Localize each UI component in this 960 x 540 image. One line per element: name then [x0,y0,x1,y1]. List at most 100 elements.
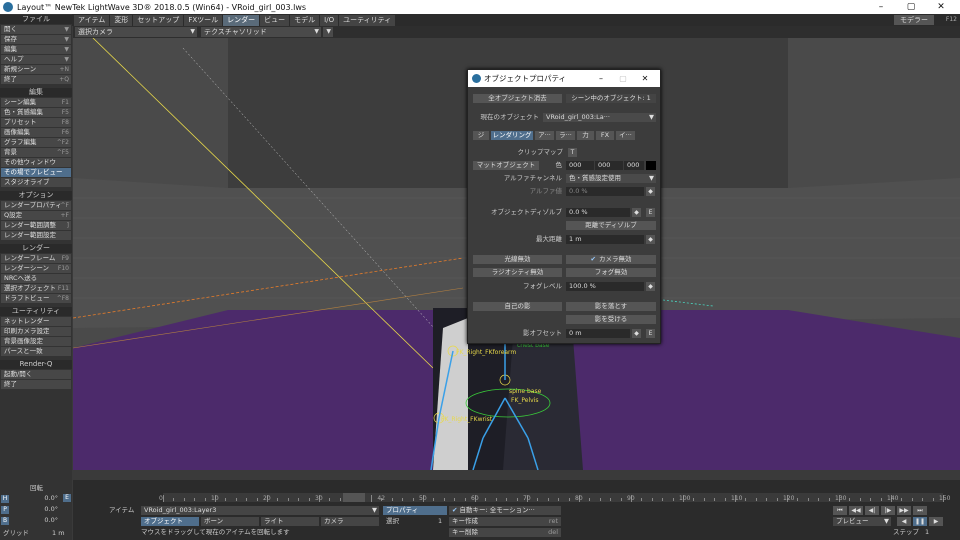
color-g-field[interactable]: 000 [595,161,623,170]
sidebar-item[interactable]: レンダー範囲調整] [1,221,71,230]
unseen-by-fog-button[interactable]: フォグ無効 [566,268,656,277]
sidebar-item[interactable]: 背景 ^F5 [1,148,71,157]
tab-4[interactable]: 力 [577,131,594,140]
tab-5[interactable]: FX [596,131,614,140]
sidebar-item[interactable]: 終了 +Q [1,75,71,84]
prev-frame-icon[interactable]: ◀| [865,506,879,515]
dialog-close-button[interactable]: ✕ [634,70,656,87]
clip-map-texture-button[interactable]: T [568,148,577,157]
viewport-options-button[interactable]: ▼ [323,27,333,37]
sidebar-item[interactable]: パースと一致 [1,347,71,356]
unseen-by-camera-button[interactable]: ✔ カメラ無効 [566,255,656,264]
create-key-button[interactable]: キー作成 ret [449,517,561,526]
dialog-minimize-button[interactable]: – [590,70,612,87]
color-b-field[interactable]: 000 [624,161,644,170]
sidebar-item[interactable]: レンダー範囲設定 [1,231,71,240]
sidebar-item[interactable]: レンダーフレーム F9 [1,254,71,263]
menu-tab[interactable]: レンダー [223,14,260,26]
bones-mode-button[interactable]: ボーン [201,517,259,526]
sidebar-item[interactable]: 開く ▼ [1,25,71,34]
sidebar-item[interactable]: レンダーシーン F10 [1,264,71,273]
matte-object-button[interactable]: マットオブジェクト [473,161,539,170]
cast-shadow-button[interactable]: 影を落とす [566,302,656,311]
grid-value[interactable]: 1 m [52,529,65,538]
sidebar-item[interactable]: 保存 ▼ [1,35,71,44]
tab-2[interactable]: ア··· [535,131,554,140]
sidebar-item[interactable]: その他ウィンドウ [1,158,71,167]
sidebar-item[interactable]: 選択オブジェクト F11 [1,284,71,293]
menu-tab[interactable]: I/O [320,14,339,26]
close-button[interactable]: ✕ [926,0,956,14]
shadow-offset-field[interactable]: 0 m [566,329,630,338]
object-dissolve-field[interactable]: 0.0 % [566,208,630,217]
preview-select[interactable]: プレビュー ▼ [833,517,891,526]
lights-mode-button[interactable]: ライト [261,517,319,526]
sidebar-item[interactable]: Q設定 +F [1,211,71,220]
current-item-select[interactable]: VRoid_girl_003:Layer3 ▼ [141,506,379,515]
menu-tab[interactable]: FXツール [184,14,223,26]
play-icon[interactable]: ▶ [929,517,943,526]
go-end-icon[interactable]: ⏭ [913,506,927,515]
prev-key-icon[interactable]: ◀◀ [849,506,863,515]
menu-tab[interactable]: モデル [290,14,320,26]
current-frame-slider[interactable] [343,493,365,502]
alpha-value-field[interactable]: 0.0 % [566,187,644,196]
color-r-field[interactable]: 000 [566,161,594,170]
dialog-maximize-button[interactable]: ▢ [612,70,634,87]
timeline[interactable]: E 0 10 20 30 42 50 60 70 80 90 100 110 120 130 140 150 [63,480,960,505]
receive-shadow-button[interactable]: 影を受ける [566,315,656,324]
bank-value[interactable]: 0.0° [14,516,58,525]
sidebar-item[interactable]: ネットレンダー [1,317,71,326]
dissolve-envelope-button[interactable]: E [646,208,655,217]
shading-select[interactable]: テクスチャソリッド ▼ [201,27,321,37]
sidebar-item[interactable]: その場でプレビュー [1,168,71,177]
sidebar-item[interactable]: 終了 [1,380,71,389]
tab-1[interactable]: レンダリング [491,131,533,140]
sidebar-item[interactable]: NRCへ送る [1,274,71,283]
unseen-by-rays-button[interactable]: 光線無効 [473,255,562,264]
shadow-offset-envelope-button[interactable]: E [646,329,655,338]
pitch-value[interactable]: 0.0° [14,505,58,514]
sidebar-item[interactable]: ヘルプ ▼ [1,55,71,64]
sidebar-item[interactable]: プリセット F8 [1,118,71,127]
alpha-value-stepper[interactable]: ◆ [646,187,655,196]
sidebar-item[interactable]: 印刷カメラ設定 [1,327,71,336]
sidebar-item[interactable]: スタジオライブ [1,178,71,187]
go-start-icon[interactable]: ⏮ [833,506,847,515]
pause-icon[interactable]: ❚❚ [913,517,927,526]
objects-mode-button[interactable]: オブジェクト [141,517,199,526]
sidebar-item[interactable]: グラフ編集 ^F2 [1,138,71,147]
timeline-ruler[interactable] [163,493,944,502]
fog-level-stepper[interactable]: ◆ [646,282,655,291]
cameras-mode-button[interactable]: カメラ [321,517,379,526]
color-swatch[interactable] [646,161,656,170]
tab-3[interactable]: ラ··· [556,131,575,140]
delete-key-button[interactable]: キー削除 del [449,528,561,537]
sidebar-item[interactable]: 起動/開く [1,370,71,379]
step-value[interactable]: 1 [925,528,929,537]
dissolve-stepper[interactable]: ◆ [632,208,641,217]
sidebar-item[interactable]: レンダープロパティ ^F [1,201,71,210]
distance-dissolve-button[interactable]: 距離でディゾルブ [566,221,656,230]
sidebar-item[interactable]: シーン編集 F1 [1,98,71,107]
menu-tab[interactable]: ユーティリティ [339,14,396,26]
menu-tab[interactable]: アイテム [74,14,110,26]
max-distance-field[interactable]: 1 m [566,235,644,244]
alpha-channel-select[interactable]: 色・質感設定使用 ▼ [566,174,656,183]
sidebar-item[interactable]: 新規シーン +N [1,65,71,74]
shadow-offset-stepper[interactable]: ◆ [632,329,641,338]
unseen-by-radiosity-button[interactable]: ラジオシティ無効 [473,268,562,277]
camera-select[interactable]: 選択カメラ ▼ [75,27,197,37]
next-key-icon[interactable]: ▶▶ [897,506,911,515]
tab-0[interactable]: ジ [473,131,489,140]
sidebar-item[interactable]: 編集 ▼ [1,45,71,54]
max-distance-stepper[interactable]: ◆ [646,235,655,244]
next-frame-icon[interactable]: |▶ [881,506,895,515]
modeler-button[interactable]: モデラー [894,15,934,25]
menu-tab[interactable]: セットアップ [133,14,184,26]
menu-tab[interactable]: 変形 [110,14,133,26]
play-reverse-icon[interactable]: ◀ [897,517,911,526]
menu-tab[interactable]: ビュー [260,14,290,26]
sidebar-item[interactable]: 色・質感編集 F5 [1,108,71,117]
heading-value[interactable]: 0.0° [14,494,58,503]
